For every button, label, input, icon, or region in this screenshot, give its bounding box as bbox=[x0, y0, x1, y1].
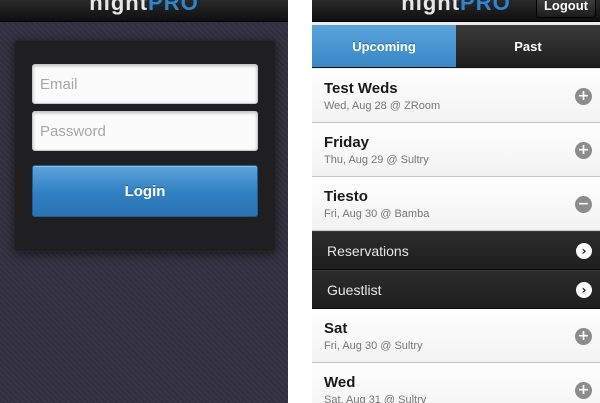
chevron-right-icon: › bbox=[576, 243, 592, 259]
login-panel: Login bbox=[14, 40, 276, 252]
event-subtitle: Fri, Aug 30 @ Sultry bbox=[324, 340, 423, 352]
guestlist-label: Guestlist bbox=[327, 282, 382, 298]
logout-label: Logout bbox=[543, 0, 589, 13]
logo-text-night: night bbox=[89, 0, 149, 15]
minus-icon[interactable]: − bbox=[575, 196, 592, 213]
plus-icon[interactable]: + bbox=[575, 328, 592, 345]
tab-upcoming[interactable]: Upcoming bbox=[312, 25, 456, 67]
tab-past[interactable]: Past bbox=[456, 25, 600, 67]
reservations-label: Reservations bbox=[327, 243, 409, 259]
event-title: Sat bbox=[324, 320, 348, 337]
logo-text-pro: PRO bbox=[148, 0, 199, 15]
plus-icon[interactable]: + bbox=[575, 142, 592, 159]
tab-bar: Upcoming Past bbox=[312, 25, 600, 68]
nightpro-logo: nightPRO bbox=[401, 0, 510, 14]
events-screen: nightPRO Logout Upcoming Past Test Weds … bbox=[312, 0, 600, 403]
email-input[interactable] bbox=[33, 65, 257, 103]
event-title: Tiesto bbox=[324, 188, 368, 205]
password-field[interactable] bbox=[32, 111, 258, 151]
top-bar: nightPRO bbox=[0, 0, 288, 22]
event-row[interactable]: Wed Sat, Aug 31 @ Sultry + bbox=[312, 363, 600, 403]
chevron-right-icon: › bbox=[576, 282, 592, 298]
event-row[interactable]: Sat Fri, Aug 30 @ Sultry + bbox=[312, 309, 600, 363]
event-row[interactable]: Friday Thu, Aug 29 @ Sultry + bbox=[312, 123, 600, 177]
event-subtitle: Sat, Aug 31 @ Sultry bbox=[324, 394, 427, 403]
logout-button[interactable]: Logout bbox=[536, 0, 596, 18]
reservations-item[interactable]: Reservations › bbox=[312, 231, 600, 270]
login-button[interactable]: Login bbox=[32, 165, 258, 217]
plus-icon[interactable]: + bbox=[575, 382, 592, 399]
event-subtitle: Fri, Aug 30 @ Bamba bbox=[324, 208, 430, 220]
event-subtitle: Thu, Aug 29 @ Sultry bbox=[324, 154, 429, 166]
plus-icon[interactable]: + bbox=[575, 88, 592, 105]
event-subtitle: Wed, Aug 28 @ ZRoom bbox=[324, 100, 441, 112]
event-row[interactable]: Test Weds Wed, Aug 28 @ ZRoom + bbox=[312, 69, 600, 123]
guestlist-item[interactable]: Guestlist › bbox=[312, 270, 600, 309]
password-input[interactable] bbox=[33, 112, 257, 150]
top-bar: nightPRO Logout bbox=[312, 0, 600, 22]
nightpro-logo: nightPRO bbox=[89, 0, 198, 14]
event-title: Wed bbox=[324, 374, 356, 391]
email-field[interactable] bbox=[32, 64, 258, 104]
logo-text-pro: PRO bbox=[460, 0, 511, 15]
event-title: Test Weds bbox=[324, 80, 398, 97]
event-row-expanded[interactable]: Tiesto Fri, Aug 30 @ Bamba − bbox=[312, 177, 600, 231]
logo-text-night: night bbox=[401, 0, 461, 15]
event-title: Friday bbox=[324, 134, 370, 151]
login-screen: nightPRO Login bbox=[0, 0, 288, 403]
event-list: Test Weds Wed, Aug 28 @ ZRoom + Friday T… bbox=[312, 69, 600, 403]
screenshot-stage: nightPRO Login nightPRO Logout Upcoming … bbox=[0, 0, 600, 403]
